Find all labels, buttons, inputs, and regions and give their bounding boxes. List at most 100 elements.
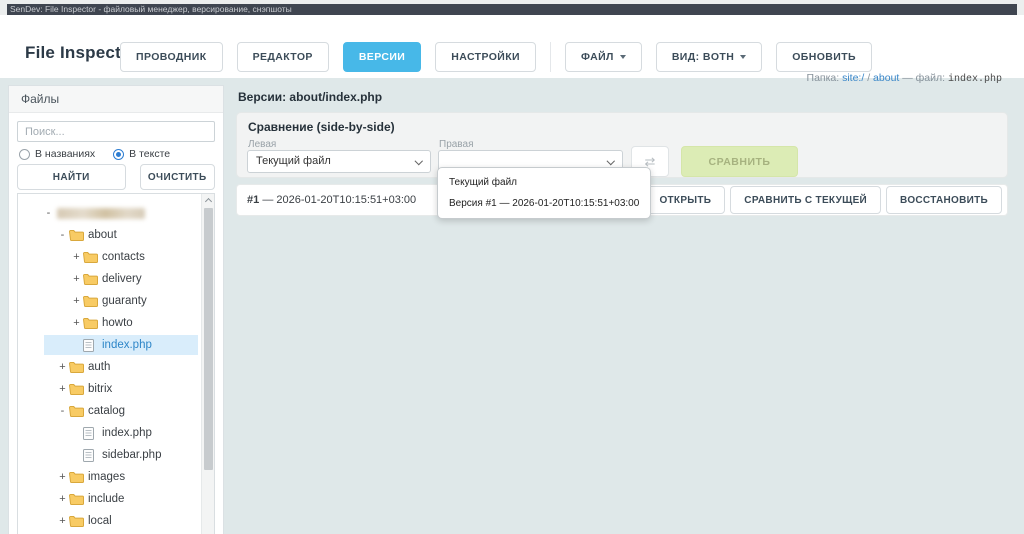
scrollbar-up-icon[interactable] [205,197,211,203]
left-select-value: Текущий файл [256,155,331,167]
scrollbar-thumb[interactable] [204,208,213,470]
breadcrumb: Папка: site:/ / about — файл: index.php [807,72,1002,85]
tree-item-delivery[interactable]: +delivery [18,268,214,290]
right-select-dropdown: Текущий файлВерсия #1 — 2026-01-20T10:15… [437,167,651,219]
sidebar-buttons: НАЙТИ ОЧИСТИТЬ [17,164,215,190]
version-action-сравнить-с-текущей[interactable]: СРАВНИТЬ С ТЕКУЩЕЙ [730,186,881,214]
folder-icon [83,295,100,307]
tree-item-catalog[interactable]: -catalog [18,400,214,422]
tree-expander-icon[interactable]: + [70,312,83,334]
tree-expander-icon[interactable]: - [56,224,69,246]
radio-unchecked-icon[interactable] [19,149,30,160]
version-action-восстановить[interactable]: ВОССТАНОВИТЬ [886,186,1002,214]
folder-icon [69,471,86,483]
search-input[interactable] [17,121,215,142]
tree-item-about[interactable]: -about [18,224,214,246]
nav-button-настройки[interactable]: НАСТРОЙКИ [435,42,536,72]
tree-item-index.php[interactable]: index.php [18,334,214,356]
tree-expander-icon[interactable]: - [42,202,55,224]
tree-expander-icon[interactable]: + [70,268,83,290]
sidebar-title: Файлы [9,86,223,113]
folder-icon [69,383,86,395]
versions-title: Версии: about/index.php [238,90,382,104]
version-action-открыть[interactable]: ОТКРЫТЬ [645,186,725,214]
tree-item-label: local [88,510,112,532]
chevron-down-icon [608,158,614,164]
tree-expander-icon[interactable]: + [70,246,83,268]
caret-down-icon [740,55,746,59]
breadcrumb-file-name: index.php [948,74,1002,85]
tree-scrollbar[interactable] [201,194,214,534]
tree-item-images[interactable]: + images [18,466,214,488]
left-select-label: Левая [248,139,276,150]
tree-item-root[interactable]: - [18,202,214,224]
right-select-label: Правая [439,139,474,150]
tree-item-sidebar.php[interactable]: sidebar.php [18,444,214,466]
radio-in-text[interactable]: В тексте [113,148,170,160]
tree-item-bitrix[interactable]: + bitrix [18,378,214,400]
tree-item-howto[interactable]: + howto [18,312,214,334]
dropdown-option[interactable]: Текущий файл [438,172,650,193]
nav-button-label: ФАЙЛ [581,51,614,63]
folder-icon [83,317,100,329]
tree-item-index.php[interactable]: index.php [18,422,214,444]
radio-in-names[interactable]: В названиях [19,148,95,160]
breadcrumb-separator: / [867,72,870,84]
version-date: — 2026-01-20T10:15:51+03:00 [262,194,416,206]
caret-down-icon [620,55,626,59]
tree-expander-icon[interactable]: + [70,290,83,312]
nav-button-label: НАСТРОЙКИ [451,51,520,63]
chevron-down-icon [416,158,422,164]
radio-checked-icon[interactable] [113,149,124,160]
file-tree: --about+contacts+delivery+guaranty+howto… [17,193,215,534]
nav-divider [550,42,551,72]
sidebar-files-panel: Файлы В названиях В тексте НАЙТИ ОЧИСТИТ… [8,85,224,534]
tree-item-label: images [88,466,125,488]
tree-expander-icon[interactable]: + [56,356,69,378]
folder-icon [69,515,86,527]
tree-item-label: include [88,488,124,510]
nav-button-версии[interactable]: ВЕРСИИ [343,42,421,72]
tree-item-label: howto [102,312,133,334]
nav-button-вид-both[interactable]: ВИД: BOTH [656,42,762,72]
nav-button-обновить[interactable]: ОБНОВИТЬ [776,42,872,72]
tree-item-label: auth [88,356,110,378]
breadcrumb-label: Папка: [807,72,840,84]
tree-item-contacts[interactable]: + contacts [18,246,214,268]
version-row-text: #1 — 2026-01-20T10:15:51+03:00 [247,194,416,206]
breadcrumb-folder-link[interactable]: about [873,72,899,84]
breadcrumb-root-link[interactable]: site:/ [842,72,864,84]
redacted-root-name [57,208,145,219]
tree-item-label: catalog [88,400,125,422]
tree-expander-icon[interactable]: + [56,488,69,510]
tree-expander-icon[interactable]: + [56,510,69,532]
tree-item-label: sidebar.php [102,444,161,466]
tree-item-local[interactable]: + local [18,510,214,532]
folder-icon [69,405,86,417]
left-version-select[interactable]: Текущий файл [247,150,431,173]
dropdown-option[interactable]: Версия #1 — 2026-01-20T10:15:51+03:00 [438,193,650,214]
tree-item-guaranty[interactable]: + guaranty [18,290,214,312]
nav-button-проводник[interactable]: ПРОВОДНИК [120,42,223,72]
search-scope-radios: В названиях В тексте [19,148,170,160]
folder-icon [69,229,86,241]
tree-expander-icon[interactable]: + [56,378,69,400]
tree-item-include[interactable]: + include [18,488,214,510]
nav-button-label: ВИД: BOTH [672,51,734,63]
versions-panel: Версии: about/index.php Сравнение (side-… [236,85,1008,534]
tree-item-auth[interactable]: + auth [18,356,214,378]
radio-in-names-label: В названиях [35,148,95,160]
compare-button[interactable]: СРАВНИТЬ [681,146,798,177]
tree-item-label: bitrix [88,378,112,400]
tree-item-label: contacts [102,246,145,268]
tree-expander-icon[interactable]: - [56,400,69,422]
app-header: File Inspector ПРОВОДНИК РЕДАКТОР ВЕРСИИ… [0,15,1024,78]
clear-button[interactable]: ОЧИСТИТЬ [140,164,215,190]
nav-button-файл[interactable]: ФАЙЛ [565,42,642,72]
nav-button-редактор[interactable]: РЕДАКТОР [237,42,329,72]
find-button[interactable]: НАЙТИ [17,164,126,190]
file-icon [83,339,100,352]
tree-expander-icon[interactable]: + [56,466,69,488]
nav-button-label: ПРОВОДНИК [136,51,207,63]
tree-item-label: guaranty [102,290,147,312]
